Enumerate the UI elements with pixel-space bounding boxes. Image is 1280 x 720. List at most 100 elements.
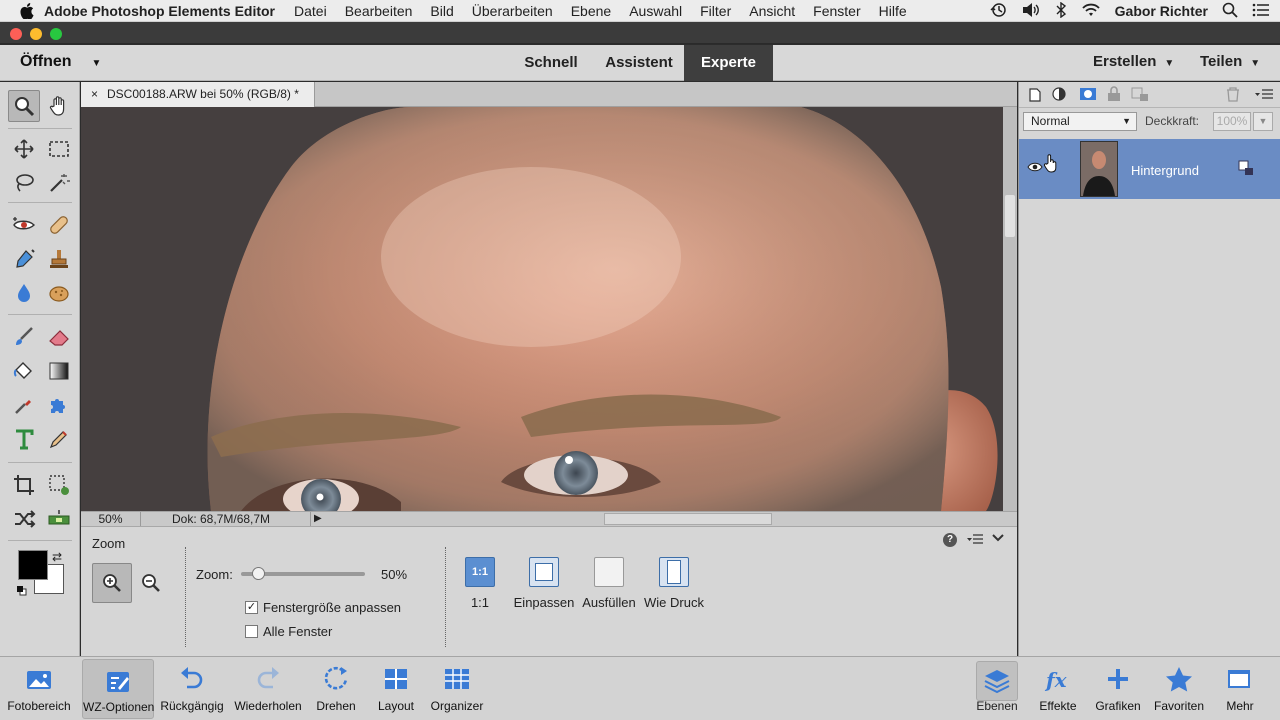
blur-tool[interactable] <box>9 278 39 308</box>
brush-tool[interactable] <box>9 322 39 352</box>
rotate-button[interactable]: Drehen <box>308 657 364 720</box>
zoom-window-button[interactable] <box>50 28 62 40</box>
pencil-tool[interactable] <box>44 424 74 454</box>
gradient-tool[interactable] <box>44 356 74 386</box>
layers-button[interactable] <box>976 661 1018 701</box>
favorites-button[interactable]: Favoriten <box>1150 657 1208 720</box>
delete-layer-icon[interactable] <box>1225 86 1241 105</box>
minimize-window-button[interactable] <box>30 28 42 40</box>
clone-stamp-tool[interactable] <box>44 244 74 274</box>
menu-fenster[interactable]: Fenster <box>813 3 860 19</box>
status-menu-arrow-icon[interactable]: ▶ <box>314 513 322 524</box>
mode-guided[interactable]: Assistent <box>596 45 682 81</box>
zoom-slider-track[interactable] <box>241 567 365 580</box>
zoom-out-button[interactable] <box>139 571 163 598</box>
options-menu-icon[interactable] <box>967 532 983 549</box>
hand-tool[interactable] <box>44 91 74 121</box>
layer-row[interactable]: Hintergrund <box>1019 139 1280 199</box>
wifi-icon[interactable] <box>1081 2 1101 21</box>
effects-button[interactable]: fx Effekte <box>1032 657 1084 720</box>
layer-mask-icon[interactable] <box>1079 86 1097 105</box>
vertical-scrollbar[interactable] <box>1003 107 1017 511</box>
undo-button[interactable]: Rückgängig <box>156 657 228 720</box>
menu-ansicht[interactable]: Ansicht <box>749 3 795 19</box>
document-tab[interactable]: × DSC00188.ARW bei 50% (RGB/8) * <box>81 82 315 107</box>
close-tab-icon[interactable]: × <box>91 87 98 101</box>
red-eye-removal-tool[interactable] <box>9 210 39 240</box>
crop-tool[interactable] <box>9 470 39 500</box>
notification-center-icon[interactable] <box>1252 3 1270 20</box>
close-window-button[interactable] <box>10 28 22 40</box>
menu-ebene[interactable]: Ebene <box>571 3 611 19</box>
sponge-tool[interactable] <box>44 278 74 308</box>
move-tool[interactable] <box>9 134 39 164</box>
fit-screen-button[interactable] <box>529 557 559 587</box>
more-button[interactable]: Mehr <box>1212 657 1268 720</box>
mode-expert[interactable]: Experte <box>684 45 773 81</box>
zoom-tool[interactable] <box>8 90 40 122</box>
zoom-percentage[interactable]: 50% <box>81 512 141 526</box>
opacity-input[interactable]: 100% <box>1213 112 1251 131</box>
volume-icon[interactable] <box>1021 2 1041 21</box>
fill-screen-button[interactable] <box>594 557 624 587</box>
menu-filter[interactable]: Filter <box>700 3 731 19</box>
image-canvas[interactable] <box>81 107 1003 511</box>
graphics-button[interactable]: Grafiken <box>1090 657 1146 720</box>
type-tool[interactable] <box>9 424 39 454</box>
content-aware-move-tool[interactable] <box>9 504 39 534</box>
mode-quick[interactable]: Schnell <box>514 45 588 81</box>
smart-brush-tool[interactable] <box>9 244 39 274</box>
opacity-dropdown-icon[interactable]: ▼ <box>1253 112 1273 131</box>
blend-mode-select[interactable]: Normal ▼ <box>1023 112 1137 131</box>
zoom-in-button[interactable] <box>92 563 132 603</box>
recompose-tool[interactable] <box>44 470 74 500</box>
zoom-slider-handle[interactable] <box>252 567 266 580</box>
menu-hilfe[interactable]: Hilfe <box>879 3 907 19</box>
lock-all-icon[interactable] <box>1107 86 1121 105</box>
lock-transparent-icon[interactable] <box>1131 86 1149 105</box>
resize-windows-checkbox[interactable]: ✓ <box>245 601 258 614</box>
collapse-chevron-icon[interactable] <box>991 532 1005 547</box>
spotlight-search-icon[interactable] <box>1222 2 1238 21</box>
default-colors-icon[interactable] <box>17 584 27 596</box>
share-button[interactable]: Teilen ▼ <box>1200 53 1260 70</box>
custom-shape-tool[interactable] <box>44 390 74 420</box>
layer-visibility-eye-icon[interactable] <box>1027 161 1043 176</box>
eyedropper-tool[interactable] <box>9 390 39 420</box>
help-icon[interactable]: ? <box>943 533 957 547</box>
actual-pixels-button[interactable]: 1:1 <box>465 557 495 587</box>
organizer-button[interactable]: Organizer <box>424 657 490 720</box>
paint-bucket-tool[interactable] <box>9 356 39 386</box>
straighten-tool[interactable] <box>44 504 74 534</box>
menu-datei[interactable]: Datei <box>294 3 327 19</box>
menu-auswahl[interactable]: Auswahl <box>629 3 682 19</box>
print-size-button[interactable] <box>659 557 689 587</box>
vertical-scroll-thumb[interactable] <box>1005 195 1015 237</box>
app-name[interactable]: Adobe Photoshop Elements Editor <box>44 3 275 19</box>
bluetooth-icon[interactable] <box>1055 1 1067 21</box>
foreground-color-swatch[interactable] <box>18 550 48 580</box>
swap-colors-icon[interactable]: ⇄ <box>52 550 62 564</box>
menu-bild[interactable]: Bild <box>430 3 453 19</box>
menu-bearbeiten[interactable]: Bearbeiten <box>345 3 413 19</box>
all-windows-checkbox[interactable] <box>245 625 258 638</box>
panel-menu-icon[interactable] <box>1255 88 1273 105</box>
create-button[interactable]: Erstellen ▼ <box>1093 53 1174 70</box>
spot-healing-brush-tool[interactable] <box>44 210 74 240</box>
user-name[interactable]: Gabor Richter <box>1115 3 1208 19</box>
horizontal-scroll-thumb[interactable] <box>604 513 772 525</box>
redo-button[interactable]: Wiederholen <box>230 657 306 720</box>
eraser-tool[interactable] <box>44 322 74 352</box>
rectangular-marquee-tool[interactable] <box>44 134 74 164</box>
new-layer-icon[interactable] <box>1027 87 1043 106</box>
layer-name[interactable]: Hintergrund <box>1131 163 1199 178</box>
open-button[interactable]: Öffnen ▼ <box>20 53 101 71</box>
time-machine-icon[interactable] <box>989 2 1007 21</box>
tool-options-button[interactable]: WZ-Optionen <box>82 659 154 719</box>
lasso-tool[interactable] <box>9 168 39 198</box>
photo-bin-button[interactable]: Fotobereich <box>0 657 78 720</box>
menu-ueberarbeiten[interactable]: Überarbeiten <box>472 3 553 19</box>
apple-icon[interactable] <box>20 2 34 20</box>
layout-button[interactable]: Layout <box>368 657 424 720</box>
layer-lock-icon[interactable] <box>1238 160 1254 179</box>
